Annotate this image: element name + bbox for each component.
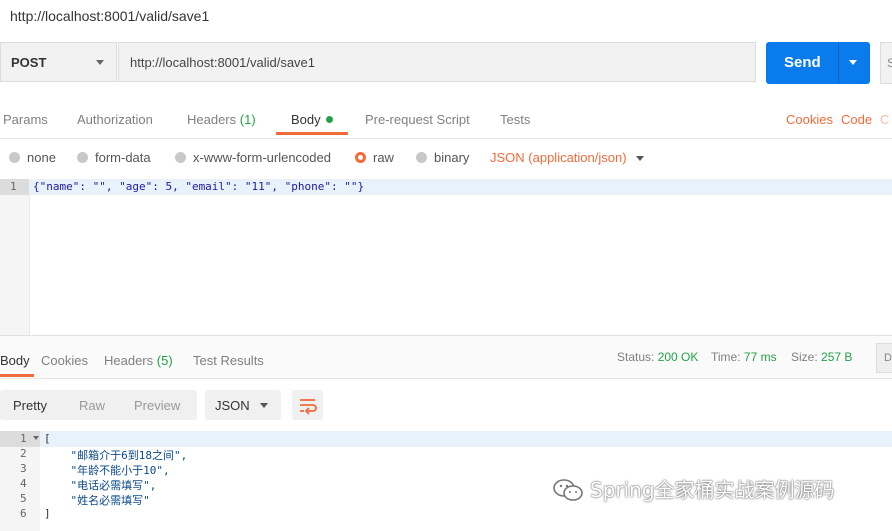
response-code-line: [ — [44, 432, 51, 445]
response-tab-headers[interactable]: Headers (5) — [104, 353, 173, 368]
radio-urlencoded[interactable]: x-www-form-urlencoded — [175, 150, 331, 165]
time-label: Time: — [711, 350, 741, 364]
radio-binary-label: binary — [434, 150, 470, 165]
response-code-line: "年龄不能小于10", — [44, 464, 170, 477]
response-tab-headers-label: Headers — [104, 353, 154, 368]
response-format-dropdown[interactable]: JSON — [205, 390, 281, 420]
watermark-text: Spring全家桶实战案例源码 — [590, 478, 835, 502]
save-label: S — [887, 56, 892, 70]
format-chevron-icon — [260, 403, 268, 408]
response-line-number: 6 — [20, 507, 27, 520]
wrap-lines-icon — [300, 399, 317, 415]
save-button[interactable]: S — [880, 42, 892, 84]
response-line-number: 1 — [20, 432, 27, 445]
wrap-lines-button[interactable] — [292, 390, 323, 420]
radio-none-label: none — [27, 150, 56, 165]
size-readout: Size: 257 B — [791, 350, 852, 364]
response-format-label: JSON — [215, 398, 250, 413]
radio-raw[interactable]: raw — [355, 150, 394, 165]
radio-urlencoded-dot — [175, 152, 186, 163]
response-code-line: "电话必需填写", — [44, 479, 157, 492]
response-code-line: "姓名必需填写" — [44, 494, 150, 507]
response-tabs: Body Cookies Headers (5) Test Results St… — [0, 336, 892, 379]
editor-line-number: 1 — [10, 180, 17, 193]
radio-raw-dot — [355, 152, 366, 163]
cookies-link[interactable]: Cookies — [786, 112, 833, 127]
tab-body-label: Body — [291, 112, 321, 127]
tab-headers[interactable]: Headers (1) — [187, 112, 256, 127]
tab-headers-label: Headers — [187, 112, 237, 127]
send-divider — [838, 42, 839, 84]
request-body-editor[interactable] — [0, 179, 892, 335]
code-link[interactable]: Code — [841, 112, 872, 127]
body-type-selector: none form-data x-www-form-urlencoded raw… — [0, 139, 892, 179]
download-button[interactable]: D — [876, 343, 892, 373]
response-tab-test-results[interactable]: Test Results — [193, 353, 264, 368]
radio-form-data-label: form-data — [95, 150, 151, 165]
tab-params[interactable]: Params — [3, 112, 48, 127]
active-tab-underline — [276, 132, 348, 135]
comments-link[interactable]: C — [880, 112, 889, 127]
radio-none-dot — [9, 152, 20, 163]
download-label: D — [884, 352, 892, 364]
send-label: Send — [784, 54, 821, 71]
tab-body[interactable]: Body — [291, 112, 333, 127]
view-pretty-button[interactable]: Pretty — [13, 398, 47, 413]
chevron-down-icon — [96, 60, 104, 65]
response-active-tab-underline — [0, 374, 34, 377]
response-headers-count: (5) — [156, 353, 173, 368]
radio-binary-dot — [416, 152, 427, 163]
content-type-dropdown[interactable]: JSON (application/json) — [490, 150, 627, 165]
method-label: POST — [11, 55, 47, 70]
size-value: 257 B — [821, 350, 853, 364]
radio-form-data[interactable]: form-data — [77, 150, 151, 165]
radio-urlencoded-label: x-www-form-urlencoded — [193, 150, 331, 165]
url-value: http://localhost:8001/valid/save1 — [130, 55, 316, 70]
tab-authorization[interactable]: Authorization — [77, 112, 153, 127]
url-input[interactable]: http://localhost:8001/valid/save1 — [118, 42, 756, 82]
response-code-line: "邮箱介于6到18之间", — [44, 449, 188, 462]
wechat-icon — [553, 479, 583, 501]
body-indicator-dot — [325, 116, 333, 123]
time-value: 77 ms — [743, 350, 777, 364]
request-bar: POST http://localhost:8001/valid/save1 S… — [0, 34, 892, 94]
tab-prerequest-script[interactable]: Pre-request Script — [365, 112, 470, 127]
view-mode-group: Pretty Raw Preview — [0, 390, 197, 420]
response-tab-body[interactable]: Body — [0, 353, 30, 368]
radio-binary[interactable]: binary — [416, 150, 469, 165]
response-active-line-highlight — [40, 431, 892, 447]
view-raw-button[interactable]: Raw — [79, 398, 105, 413]
radio-none[interactable]: none — [9, 150, 56, 165]
response-line-number: 5 — [20, 492, 27, 505]
size-label: Size: — [791, 350, 818, 364]
send-options-chevron-icon[interactable] — [849, 60, 857, 65]
response-tab-cookies[interactable]: Cookies — [41, 353, 88, 368]
send-button[interactable]: Send — [766, 42, 870, 84]
request-tab-title: http://localhost:8001/valid/save1 — [10, 8, 210, 24]
view-preview-button[interactable]: Preview — [134, 398, 180, 413]
radio-form-data-dot — [77, 152, 88, 163]
request-body-code[interactable]: {"name": "", "age": 5, "email": "11", "p… — [33, 180, 364, 193]
response-line-number: 3 — [20, 462, 27, 475]
editor-gutter — [0, 179, 30, 335]
response-code-line: ] — [44, 507, 51, 520]
watermark: Spring全家桶实战案例源码 — [552, 474, 835, 503]
tab-tests[interactable]: Tests — [500, 112, 530, 127]
headers-count: (1) — [239, 112, 256, 127]
request-tabs: Params Authorization Headers (1) Body Pr… — [0, 96, 892, 139]
method-select[interactable]: POST — [0, 42, 117, 82]
response-line-number: 2 — [20, 447, 27, 460]
content-type-chevron-icon[interactable] — [636, 156, 644, 161]
request-tab-title-bar[interactable]: http://localhost:8001/valid/save1 — [0, 0, 892, 35]
status-readout: Status: 200 OK — [617, 350, 698, 364]
radio-raw-label: raw — [373, 150, 394, 165]
response-line-number: 4 — [20, 477, 27, 490]
fold-chevron-icon[interactable] — [33, 436, 39, 440]
status-value: 200 OK — [657, 350, 699, 364]
status-label: Status: — [617, 350, 655, 364]
time-readout: Time: 77 ms — [711, 350, 777, 364]
